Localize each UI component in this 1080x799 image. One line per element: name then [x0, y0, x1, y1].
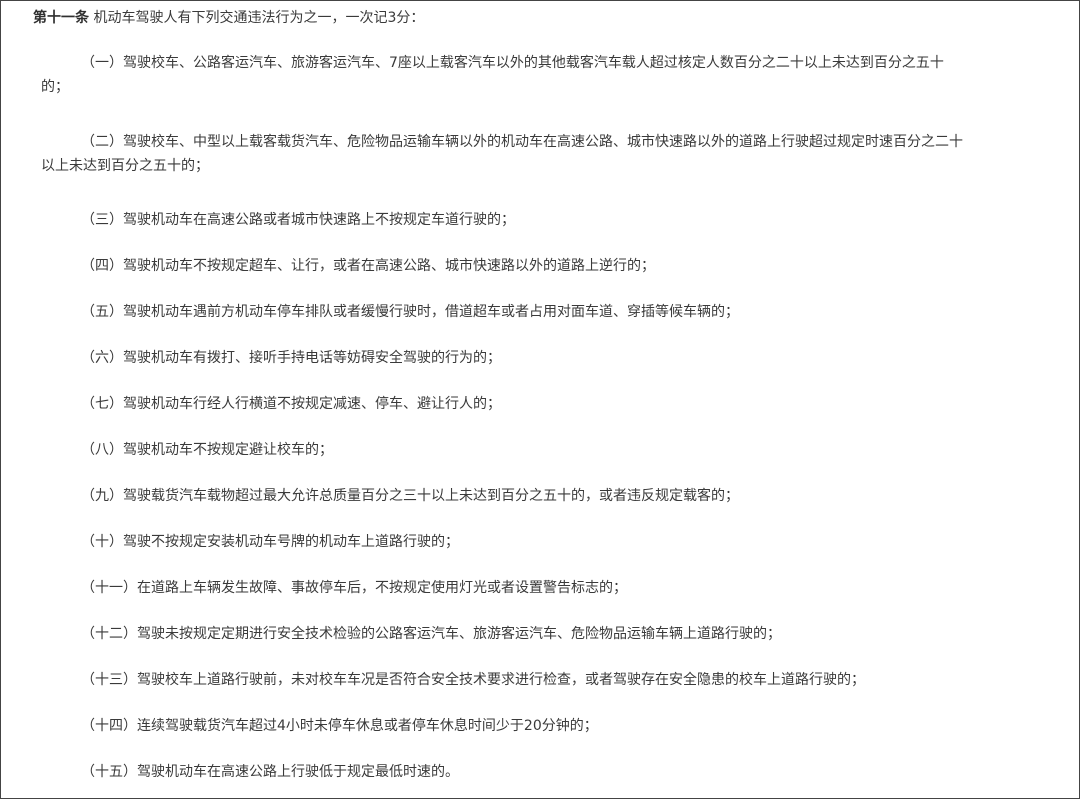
- article-heading: 第十一条 机动车驾驶人有下列交通违法行为之一，一次记3分：: [33, 9, 424, 27]
- list-item: （一）驾驶校车、公路客运汽车、旅游客运汽车、7座以上载客汽车以外的其他载客汽车载…: [41, 55, 944, 95]
- list-item: （十四）连续驾驶载货汽车超过4小时未停车休息或者停车休息时间少于20分钟的；: [81, 718, 598, 734]
- article-number: 第十一条: [33, 10, 89, 26]
- list-item: （十三）驾驶校车上道路行驶前，未对校车车况是否符合安全技术要求进行检查，或者驾驶…: [81, 672, 865, 688]
- list-item: （七）驾驶机动车行经人行横道不按规定减速、停车、避让行人的；: [81, 396, 501, 412]
- list-item: （十一）在道路上车辆发生故障、事故停车后，不按规定使用灯光或者设置警告标志的；: [81, 580, 627, 596]
- list-item: （十二）驾驶未按规定定期进行安全技术检验的公路客运汽车、旅游客运汽车、危险物品运…: [81, 626, 781, 642]
- list-item: （十）驾驶不按规定安装机动车号牌的机动车上道路行驶的；: [81, 534, 459, 550]
- list-item: （二）驾驶校车、中型以上载客载货汽车、危险物品运输车辆以外的机动车在高速公路、城…: [41, 134, 963, 174]
- article-lead: 机动车驾驶人有下列交通违法行为之一，一次记3分：: [93, 10, 425, 26]
- list-item: （九）驾驶载货汽车载物超过最大允许总质量百分之三十以上未达到百分之五十的，或者违…: [81, 488, 739, 504]
- list-item: （三）驾驶机动车在高速公路或者城市快速路上不按规定车道行驶的；: [81, 212, 515, 228]
- list-item: （八）驾驶机动车不按规定避让校车的；: [81, 442, 333, 458]
- list-item: （五）驾驶机动车遇前方机动车停车排队或者缓慢行驶时，借道超车或者占用对面车道、穿…: [81, 304, 739, 320]
- list-item: （六）驾驶机动车有拨打、接听手持电话等妨碍安全驾驶的行为的；: [81, 350, 501, 366]
- list-item: （四）驾驶机动车不按规定超车、让行，或者在高速公路、城市快速路以外的道路上逆行的…: [81, 258, 655, 274]
- document-frame: 第十一条 机动车驾驶人有下列交通违法行为之一，一次记3分： （一）驾驶校车、公路…: [0, 0, 1080, 799]
- list-item: （十五）驾驶机动车在高速公路上行驶低于规定最低时速的。: [81, 764, 459, 780]
